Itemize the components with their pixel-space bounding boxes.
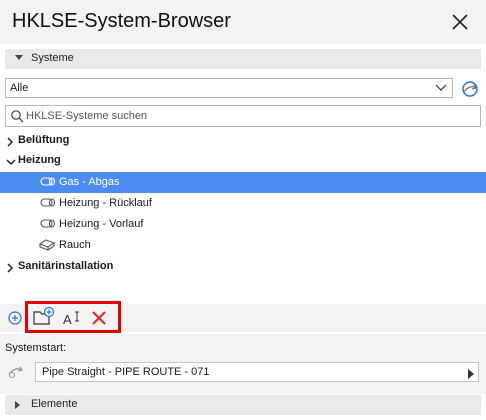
systeme-section-header[interactable]: Systeme [5, 49, 481, 69]
systemstart-value: Pipe Straight - PIPE ROUTE - 071 [42, 366, 210, 378]
tree-group-label: Heizung [18, 154, 61, 166]
pipe-icon [38, 176, 56, 191]
elemente-section-header[interactable]: Elemente [5, 395, 481, 415]
add-circle-icon[interactable] [7, 310, 23, 329]
search-icon [10, 109, 24, 126]
pick-element-icon[interactable] [6, 362, 26, 383]
delete-x-icon[interactable] [91, 310, 107, 329]
systemstart-label: Systemstart: [5, 342, 67, 354]
tree-item-heizung-vorlauf[interactable]: Heizung - Vorlauf [0, 214, 486, 235]
tree-item-gas-abgas[interactable]: Gas - Abgas [0, 172, 486, 193]
tree-group-beluftung[interactable]: Belüftung [0, 130, 486, 151]
systeme-section-label: Systeme [31, 52, 74, 64]
system-filter-value: Alle [10, 82, 29, 94]
tree-item-label: Heizung - Rücklauf [59, 197, 152, 209]
search-input[interactable] [26, 108, 466, 124]
tree-item-label: Heizung - Vorlauf [59, 218, 144, 230]
tree-item-label: Gas - Abgas [59, 176, 120, 188]
chevron-right-icon[interactable] [6, 262, 14, 276]
chevron-right-icon[interactable] [6, 136, 14, 150]
tree-item-rauch[interactable]: Rauch [0, 235, 486, 256]
window-title: HKLSE-System-Browser [12, 10, 231, 32]
chevron-down-icon[interactable] [6, 156, 16, 170]
systemstart-field[interactable]: Pipe Straight - PIPE ROUTE - 071 [35, 362, 479, 382]
system-filter-dropdown[interactable]: Alle [5, 78, 453, 98]
sync-icon[interactable] [459, 78, 481, 100]
tree-group-label: Sanitärinstallation [18, 260, 114, 272]
new-folder-icon[interactable] [32, 306, 56, 329]
tree-group-label: Belüftung [18, 134, 70, 146]
duct-icon [38, 239, 56, 254]
rename-text-icon[interactable]: A [62, 309, 82, 330]
close-icon[interactable] [448, 10, 472, 34]
caret-right-icon[interactable] [468, 368, 474, 382]
tree-group-heizung[interactable]: Heizung [0, 150, 486, 171]
chevron-down-icon [435, 82, 447, 97]
chevron-right-icon [15, 401, 20, 409]
tree-group-sanitarinstallation[interactable]: Sanitärinstallation [0, 256, 486, 277]
svg-text:A: A [63, 312, 72, 327]
system-search-box[interactable] [5, 105, 481, 127]
tree-item-heizung-rucklauf[interactable]: Heizung - Rücklauf [0, 193, 486, 214]
chevron-down-icon [15, 55, 23, 60]
pipe-icon [38, 218, 56, 233]
pipe-icon [38, 197, 56, 212]
tree-item-label: Rauch [59, 239, 91, 251]
elemente-section-label: Elemente [31, 398, 78, 410]
